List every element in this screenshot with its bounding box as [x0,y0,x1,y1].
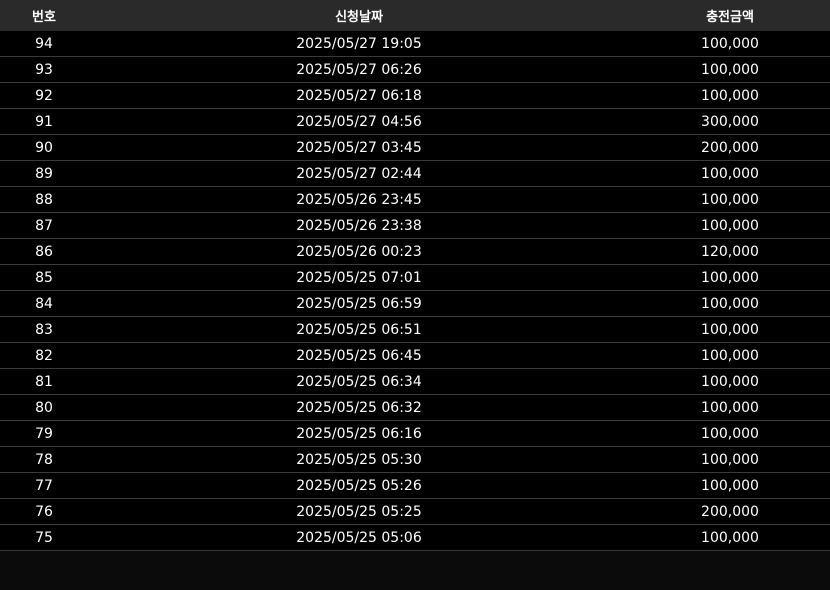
cell-date: 2025/05/27 03:45 [296,139,422,156]
table-row[interactable]: 88 2025/05/26 23:45 100,000 [0,187,830,213]
cell-date: 2025/05/25 06:59 [296,295,422,312]
cell-date: 2025/05/26 00:23 [296,243,422,260]
cell-number: 87 [35,217,53,234]
table-row[interactable]: 91 2025/05/27 04:56 300,000 [0,109,830,135]
cell-amount: 100,000 [701,321,759,338]
cell-number: 77 [35,477,53,494]
table-row[interactable]: 80 2025/05/25 06:32 100,000 [0,395,830,421]
cell-date: 2025/05/25 06:45 [296,347,422,364]
cell-number: 89 [35,165,53,182]
cell-date: 2025/05/25 06:34 [296,373,422,390]
cell-amount: 100,000 [701,87,759,104]
cell-date: 2025/05/26 23:38 [296,217,422,234]
cell-amount: 100,000 [701,295,759,312]
cell-amount: 100,000 [701,425,759,442]
cell-date: 2025/05/27 19:05 [296,35,422,52]
cell-number: 83 [35,321,53,338]
cell-amount: 300,000 [701,113,759,130]
cell-number: 78 [35,451,53,468]
cell-amount: 100,000 [701,399,759,416]
cell-number: 92 [35,87,53,104]
cell-amount: 100,000 [701,347,759,364]
cell-number: 91 [35,113,53,130]
column-header-amount: 충전금액 [706,10,754,25]
cell-date: 2025/05/25 06:51 [296,321,422,338]
cell-number: 86 [35,243,53,260]
table-row[interactable]: 86 2025/05/26 00:23 120,000 [0,239,830,265]
cell-number: 88 [35,191,53,208]
cell-amount: 100,000 [701,529,759,546]
cell-amount: 100,000 [701,165,759,182]
cell-number: 82 [35,347,53,364]
table-row[interactable]: 85 2025/05/25 07:01 100,000 [0,265,830,291]
table-row[interactable]: 94 2025/05/27 19:05 100,000 [0,31,830,57]
cell-date: 2025/05/26 23:45 [296,191,422,208]
cell-amount: 100,000 [701,451,759,468]
cell-date: 2025/05/25 05:25 [296,503,422,520]
table-row[interactable]: 83 2025/05/25 06:51 100,000 [0,317,830,343]
cell-amount: 100,000 [701,269,759,286]
cell-number: 90 [35,139,53,156]
cell-date: 2025/05/27 02:44 [296,165,422,182]
cell-amount: 100,000 [701,477,759,494]
cell-date: 2025/05/25 06:32 [296,399,422,416]
cell-date: 2025/05/25 05:30 [296,451,422,468]
cell-number: 81 [35,373,53,390]
cell-date: 2025/05/27 06:26 [296,61,422,78]
cell-number: 94 [35,35,53,52]
cell-amount: 120,000 [701,243,759,260]
table-row[interactable]: 82 2025/05/25 06:45 100,000 [0,343,830,369]
cell-number: 79 [35,425,53,442]
table-row[interactable]: 92 2025/05/27 06:18 100,000 [0,83,830,109]
table-row[interactable]: 78 2025/05/25 05:30 100,000 [0,447,830,473]
table-row[interactable]: 81 2025/05/25 06:34 100,000 [0,369,830,395]
table-row[interactable]: 75 2025/05/25 05:06 100,000 [0,525,830,551]
charge-history-table: 번호 신청날짜 충전금액 94 2025/05/27 19:05 100,000… [0,0,830,551]
table-header: 번호 신청날짜 충전금액 [0,0,830,31]
cell-amount: 100,000 [701,373,759,390]
table-row[interactable]: 93 2025/05/27 06:26 100,000 [0,57,830,83]
cell-number: 80 [35,399,53,416]
table-row[interactable]: 89 2025/05/27 02:44 100,000 [0,161,830,187]
cell-number: 84 [35,295,53,312]
cell-amount: 200,000 [701,503,759,520]
cell-date: 2025/05/25 05:26 [296,477,422,494]
cell-date: 2025/05/27 06:18 [296,87,422,104]
cell-number: 85 [35,269,53,286]
table-row[interactable]: 76 2025/05/25 05:25 200,000 [0,499,830,525]
table-row[interactable]: 77 2025/05/25 05:26 100,000 [0,473,830,499]
table-row[interactable]: 87 2025/05/26 23:38 100,000 [0,213,830,239]
cell-amount: 100,000 [701,191,759,208]
cell-number: 76 [35,503,53,520]
column-header-number: 번호 [32,10,56,25]
cell-date: 2025/05/25 06:16 [296,425,422,442]
cell-date: 2025/05/25 05:06 [296,529,422,546]
cell-number: 93 [35,61,53,78]
cell-amount: 200,000 [701,139,759,156]
cell-date: 2025/05/25 07:01 [296,269,422,286]
table-row[interactable]: 84 2025/05/25 06:59 100,000 [0,291,830,317]
cell-amount: 100,000 [701,217,759,234]
cell-number: 75 [35,529,53,546]
column-header-date: 신청날짜 [335,10,383,25]
table-row[interactable]: 90 2025/05/27 03:45 200,000 [0,135,830,161]
cell-amount: 100,000 [701,61,759,78]
table-row[interactable]: 79 2025/05/25 06:16 100,000 [0,421,830,447]
cell-date: 2025/05/27 04:56 [296,113,422,130]
cell-amount: 100,000 [701,35,759,52]
